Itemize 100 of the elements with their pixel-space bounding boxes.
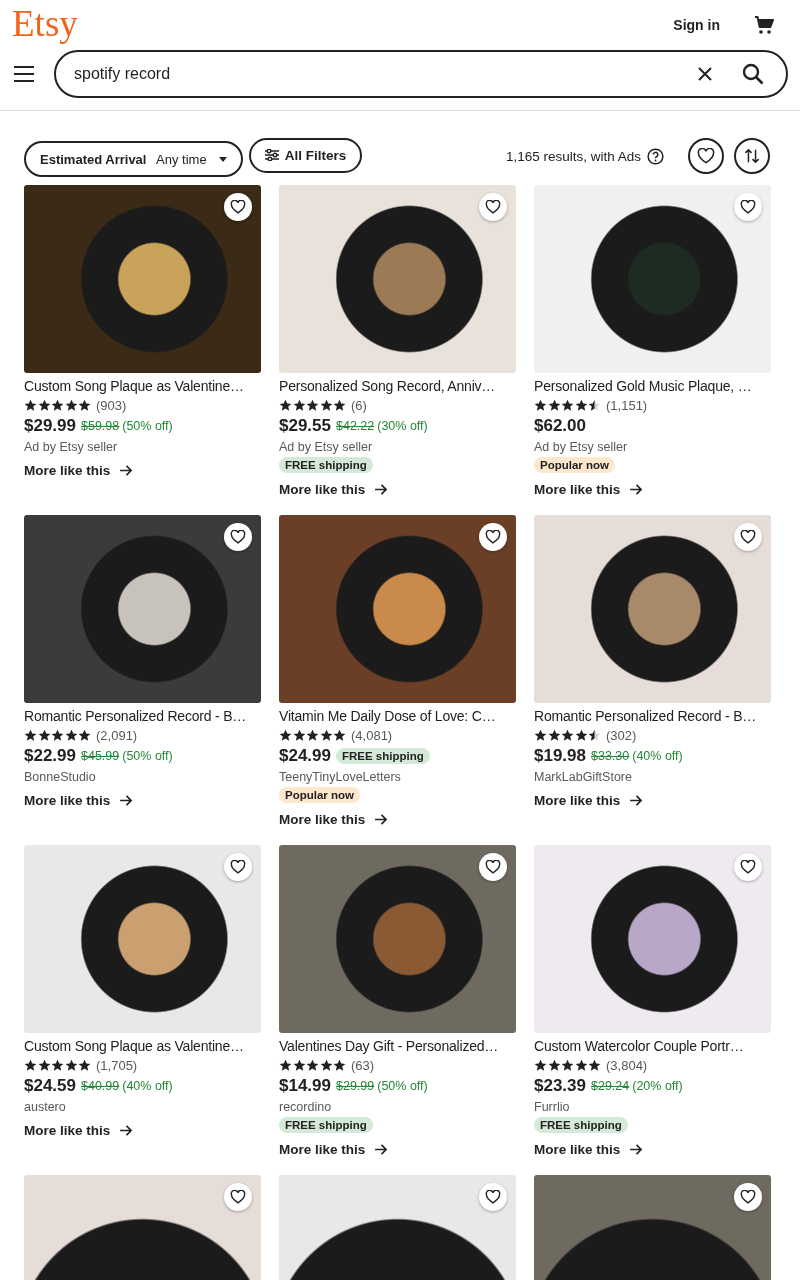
favorite-button[interactable] bbox=[734, 193, 762, 221]
photo-placeholder[interactable] bbox=[279, 515, 516, 703]
price: $23.39 bbox=[534, 1076, 586, 1096]
original-price: $29.24 bbox=[591, 1079, 630, 1093]
photo-placeholder[interactable] bbox=[534, 185, 771, 373]
photo-placeholder[interactable] bbox=[24, 185, 261, 373]
arrow-right-icon bbox=[120, 1125, 134, 1136]
favorite-button[interactable] bbox=[479, 523, 507, 551]
heart-icon bbox=[485, 530, 501, 544]
sign-in-link[interactable]: Sign in bbox=[673, 17, 720, 33]
price: $29.55 bbox=[279, 416, 331, 436]
favorite-button[interactable] bbox=[479, 193, 507, 221]
favorite-button[interactable] bbox=[224, 193, 252, 221]
arrow-right-icon bbox=[120, 795, 134, 806]
arrow-right-icon bbox=[375, 1144, 389, 1155]
heart-icon bbox=[230, 860, 246, 874]
review-count: (63) bbox=[351, 1058, 375, 1073]
photo-placeholder[interactable] bbox=[24, 845, 261, 1033]
discount: (40% off) bbox=[632, 749, 683, 763]
arrow-right-icon bbox=[630, 484, 644, 495]
review-count: (302) bbox=[606, 728, 637, 743]
original-price: $33.30 bbox=[591, 749, 630, 763]
more-like-this-link[interactable]: More like this bbox=[279, 482, 389, 497]
seller-name: recordino bbox=[279, 1100, 332, 1114]
heart-icon bbox=[485, 1190, 501, 1204]
more-like-this-link[interactable]: More like this bbox=[534, 482, 644, 497]
review-count: (903) bbox=[96, 398, 127, 413]
seller-name: MarkLabGiftStore bbox=[534, 770, 632, 784]
review-count: (3,804) bbox=[606, 1058, 648, 1073]
more-like-this-link[interactable]: More like this bbox=[279, 812, 389, 827]
listing-title[interactable]: Custom Song Plaque as Valentine… bbox=[24, 377, 244, 395]
favorite-button[interactable] bbox=[734, 1183, 762, 1211]
favorite-button[interactable] bbox=[734, 853, 762, 881]
shipping-badge: FREE shipping bbox=[279, 1117, 373, 1133]
price: $24.59 bbox=[24, 1076, 76, 1096]
listing-title[interactable]: Vitamin Me Daily Dose of Love: C… bbox=[279, 707, 496, 725]
seller-name: austero bbox=[24, 1100, 66, 1114]
heart-icon bbox=[740, 1190, 756, 1204]
arrow-right-icon bbox=[120, 465, 134, 476]
arrow-right-icon bbox=[375, 814, 389, 825]
sort-button[interactable] bbox=[734, 138, 770, 174]
listing-title[interactable]: Romantic Personalized Record - B… bbox=[534, 707, 757, 725]
caret-icon bbox=[218, 156, 227, 162]
seller-name: Ad by Etsy seller bbox=[534, 440, 628, 454]
popular-badge: Popular now bbox=[279, 787, 360, 803]
listing-title[interactable]: Personalized Song Record, Anniv… bbox=[279, 377, 496, 395]
heart-icon bbox=[697, 148, 715, 164]
heart-icon bbox=[230, 200, 246, 214]
arrow-right-icon bbox=[630, 1144, 644, 1155]
shipping-badge: FREE shipping bbox=[336, 748, 430, 764]
favorite-button[interactable] bbox=[224, 523, 252, 551]
favorite-button[interactable] bbox=[688, 138, 724, 174]
heart-icon bbox=[740, 200, 756, 214]
arrow-right-icon bbox=[375, 484, 389, 495]
seller-name: Ad by Etsy seller bbox=[24, 440, 118, 454]
estimated-arrival-filter[interactable]: Estimated Arrival Any time bbox=[24, 141, 243, 177]
favorite-button[interactable] bbox=[734, 523, 762, 551]
more-like-this-link[interactable]: More like this bbox=[24, 463, 134, 478]
menu-icon[interactable] bbox=[14, 66, 34, 82]
listing-title[interactable]: Valentines Day Gift - Personalized… bbox=[279, 1037, 499, 1055]
favorite-button[interactable] bbox=[479, 853, 507, 881]
review-count: (4,081) bbox=[351, 728, 393, 743]
photo-placeholder[interactable] bbox=[279, 185, 516, 373]
more-like-this-link[interactable]: More like this bbox=[534, 793, 644, 808]
sliders-icon bbox=[264, 149, 279, 161]
search-icon[interactable] bbox=[742, 63, 764, 85]
cart-icon[interactable] bbox=[752, 13, 776, 37]
listing-title[interactable]: Romantic Personalized Record - B… bbox=[24, 707, 247, 725]
photo-placeholder[interactable] bbox=[24, 515, 261, 703]
heart-icon bbox=[485, 200, 501, 214]
discount: (20% off) bbox=[632, 1079, 683, 1093]
more-like-this-link[interactable]: More like this bbox=[24, 793, 134, 808]
close-icon[interactable] bbox=[698, 67, 712, 81]
heart-icon bbox=[740, 860, 756, 874]
all-filters-button[interactable]: All Filters bbox=[248, 137, 363, 173]
shipping-badge: FREE shipping bbox=[279, 457, 373, 473]
more-like-this-link[interactable]: More like this bbox=[279, 1142, 389, 1157]
popular-badge: Popular now bbox=[534, 457, 615, 473]
listing-title[interactable]: Custom Watercolor Couple Portr… bbox=[534, 1037, 744, 1055]
price: $22.99 bbox=[24, 746, 76, 766]
price: $62.00 bbox=[534, 416, 586, 436]
original-price: $59.98 bbox=[81, 419, 120, 433]
review-count: (1,151) bbox=[606, 398, 648, 413]
favorite-button[interactable] bbox=[224, 853, 252, 881]
discount: (50% off) bbox=[122, 749, 173, 763]
seller-name: Ad by Etsy seller bbox=[279, 440, 373, 454]
help-icon[interactable] bbox=[647, 147, 664, 165]
more-like-this-link[interactable]: More like this bbox=[534, 1142, 644, 1157]
more-like-this-link[interactable]: More like this bbox=[24, 1123, 134, 1138]
price: $14.99 bbox=[279, 1076, 331, 1096]
sort-icon bbox=[744, 148, 760, 164]
photo-placeholder[interactable] bbox=[534, 515, 771, 703]
search-field[interactable]: spotify record bbox=[54, 50, 788, 98]
discount: (40% off) bbox=[122, 1079, 173, 1093]
listing-title[interactable]: Custom Song Plaque as Valentine… bbox=[24, 1037, 244, 1055]
heart-icon bbox=[230, 1190, 246, 1204]
listing-title[interactable]: Personalized Gold Music Plaque, … bbox=[534, 377, 752, 395]
photo-placeholder[interactable] bbox=[534, 845, 771, 1033]
favorite-button[interactable] bbox=[224, 1183, 252, 1211]
favorite-button[interactable] bbox=[479, 1183, 507, 1211]
